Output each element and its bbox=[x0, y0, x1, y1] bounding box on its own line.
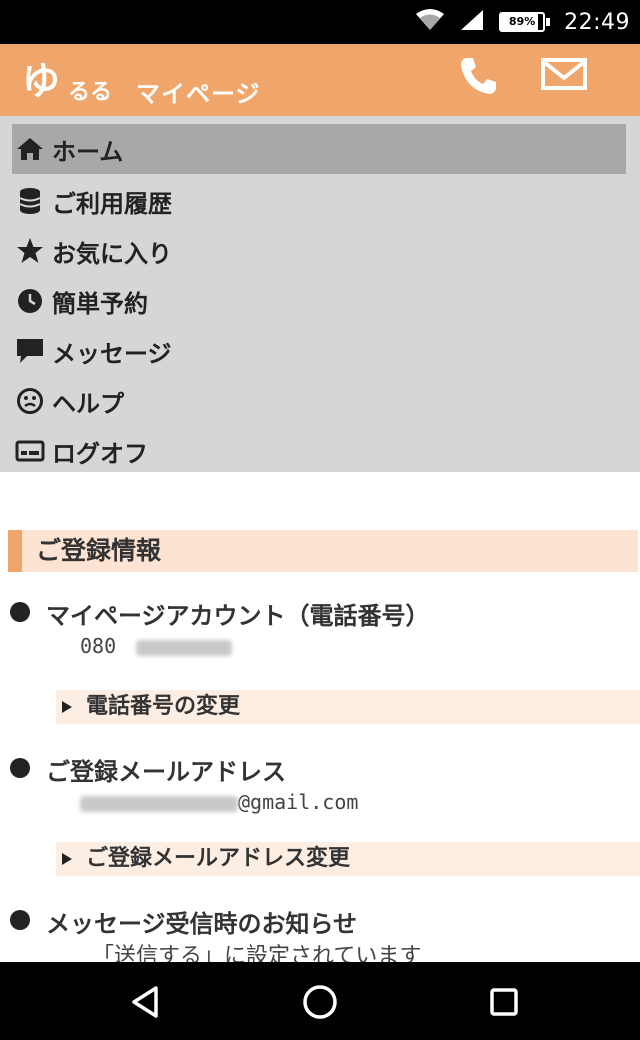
help-face-icon bbox=[12, 387, 48, 415]
back-button[interactable] bbox=[126, 982, 166, 1022]
card-icon bbox=[12, 439, 48, 463]
battery-indicator: 89% bbox=[499, 12, 551, 32]
logo-text: るる bbox=[68, 80, 113, 105]
triangle-right-icon bbox=[62, 853, 72, 865]
menu-item-logoff[interactable]: ログオフ bbox=[12, 426, 626, 476]
logo-mark: ゆ bbox=[22, 59, 61, 103]
clock-icon bbox=[12, 287, 48, 315]
phone-number: 080 bbox=[80, 634, 233, 658]
menu-item-label: ログオフ bbox=[52, 439, 148, 468]
menu-item-home[interactable]: ホーム bbox=[12, 124, 626, 174]
phone-icon bbox=[456, 58, 500, 102]
menu-item-label: ヘルプ bbox=[52, 389, 124, 418]
menu-item-label: メッセージ bbox=[52, 339, 172, 368]
recents-button[interactable] bbox=[484, 982, 524, 1022]
mail-button[interactable] bbox=[540, 54, 588, 100]
email-address: @gmail.com bbox=[80, 790, 358, 814]
database-icon bbox=[12, 187, 48, 215]
menu-item-help[interactable]: ヘルプ bbox=[12, 376, 626, 426]
menu-item-history[interactable]: ご利用履歴 bbox=[12, 176, 626, 226]
triangle-right-icon bbox=[62, 701, 72, 713]
bullet bbox=[10, 910, 30, 930]
side-menu: ホーム ご利用履歴 お気に入り 簡単予約 メッセージ ヘルプ ログオフ bbox=[0, 116, 640, 472]
notification-label: メッセージ受信時のお知らせ bbox=[46, 910, 358, 938]
menu-item-label: ご利用履歴 bbox=[52, 189, 172, 218]
battery-percent: 89% bbox=[508, 15, 536, 28]
menu-item-label: 簡単予約 bbox=[52, 289, 148, 318]
menu-item-label: ホーム bbox=[52, 137, 124, 166]
section-heading: ご登録情報 bbox=[8, 530, 638, 572]
system-nav-bar bbox=[0, 962, 640, 1040]
email-label: ご登録メールアドレス bbox=[46, 758, 286, 786]
bullet bbox=[10, 758, 30, 778]
clock-time: 22:49 bbox=[564, 9, 630, 35]
home-nav-icon bbox=[300, 985, 340, 1026]
recents-icon bbox=[484, 988, 524, 1026]
star-icon bbox=[12, 237, 48, 265]
masked-email bbox=[80, 795, 238, 812]
wifi-icon bbox=[415, 8, 445, 36]
home-nav-button[interactable] bbox=[300, 982, 340, 1022]
status-bar: 89% 22:49 bbox=[0, 0, 640, 44]
menu-item-messages[interactable]: メッセージ bbox=[12, 326, 626, 376]
masked-phone bbox=[136, 639, 233, 656]
menu-item-quick-reserve[interactable]: 簡単予約 bbox=[12, 276, 626, 326]
account-label: マイページアカウント（電話番号） bbox=[46, 602, 430, 630]
change-phone-link[interactable]: 電話番号の変更 bbox=[56, 690, 640, 724]
back-icon bbox=[126, 986, 166, 1026]
home-icon bbox=[12, 136, 48, 162]
change-email-link[interactable]: ご登録メールアドレス変更 bbox=[56, 842, 640, 876]
phone-button[interactable] bbox=[456, 54, 504, 100]
mail-icon bbox=[540, 58, 588, 98]
menu-item-favorites[interactable]: お気に入り bbox=[12, 226, 626, 276]
chat-icon bbox=[12, 337, 48, 365]
menu-item-label: お気に入り bbox=[52, 239, 172, 268]
page-title: マイページ bbox=[136, 80, 261, 108]
signal-icon bbox=[459, 8, 485, 36]
app-header: ゆ るる マイページ bbox=[0, 44, 640, 116]
bullet bbox=[10, 602, 30, 622]
